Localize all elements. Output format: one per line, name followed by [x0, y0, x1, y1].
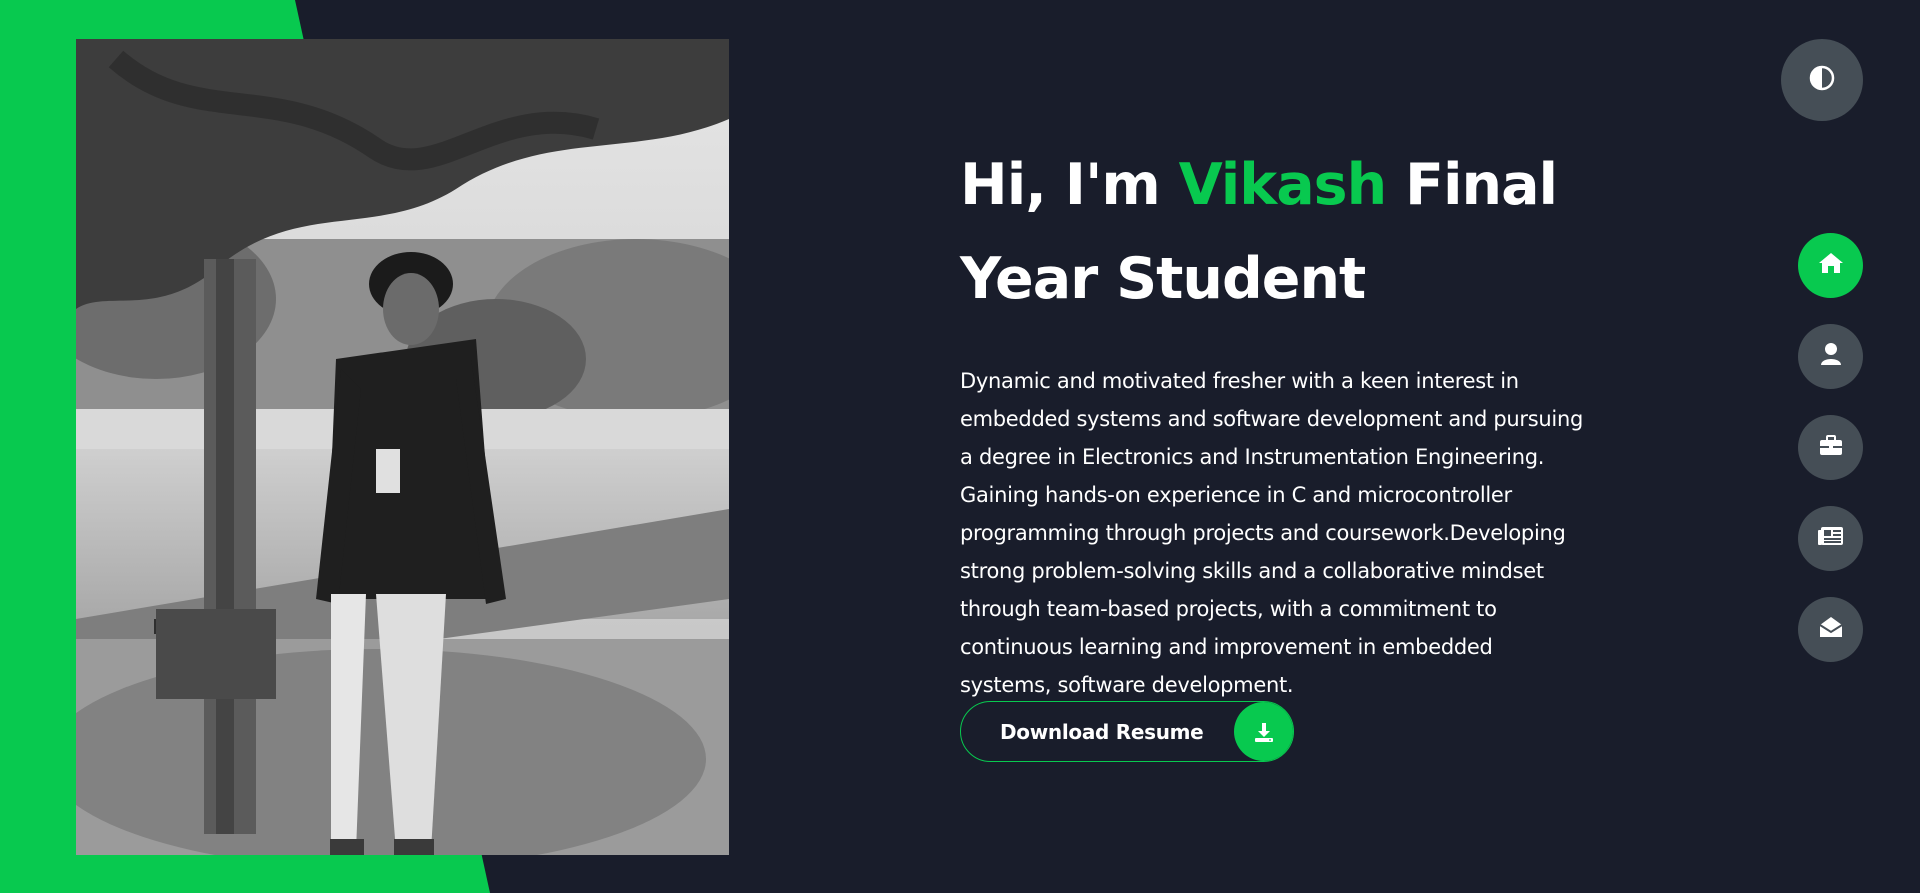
download-icon	[1234, 702, 1293, 761]
hero-title: Hi, I'm Vikash Final Year Student	[960, 138, 1600, 326]
hero-title-prefix: Hi, I'm	[960, 152, 1179, 218]
nav-item-home[interactable]	[1798, 233, 1863, 298]
theme-toggle-button[interactable]	[1781, 39, 1863, 121]
user-icon	[1820, 342, 1842, 371]
profile-photo	[76, 39, 729, 855]
home-icon	[1818, 251, 1844, 280]
nav-item-blogs[interactable]	[1798, 506, 1863, 571]
hero-title-name: Vikash	[1178, 152, 1388, 218]
envelope-open-icon	[1818, 615, 1843, 644]
newspaper-icon	[1817, 526, 1844, 551]
briefcase-icon	[1819, 434, 1843, 461]
nav-item-portfolio[interactable]	[1798, 415, 1863, 480]
download-resume-label: Download Resume	[1000, 719, 1204, 744]
side-nav	[1798, 233, 1863, 688]
hero-section: Hi, I'm Vikash Final Year Student Dynami…	[960, 138, 1600, 704]
nav-item-contact[interactable]	[1798, 597, 1863, 662]
half-circle-icon	[1809, 65, 1835, 96]
download-resume-button[interactable]: Download Resume	[960, 701, 1294, 762]
nav-item-about[interactable]	[1798, 324, 1863, 389]
home-page: Hi, I'm Vikash Final Year Student Dynami…	[0, 0, 1920, 893]
hero-description: Dynamic and motivated fresher with a kee…	[960, 369, 1583, 697]
